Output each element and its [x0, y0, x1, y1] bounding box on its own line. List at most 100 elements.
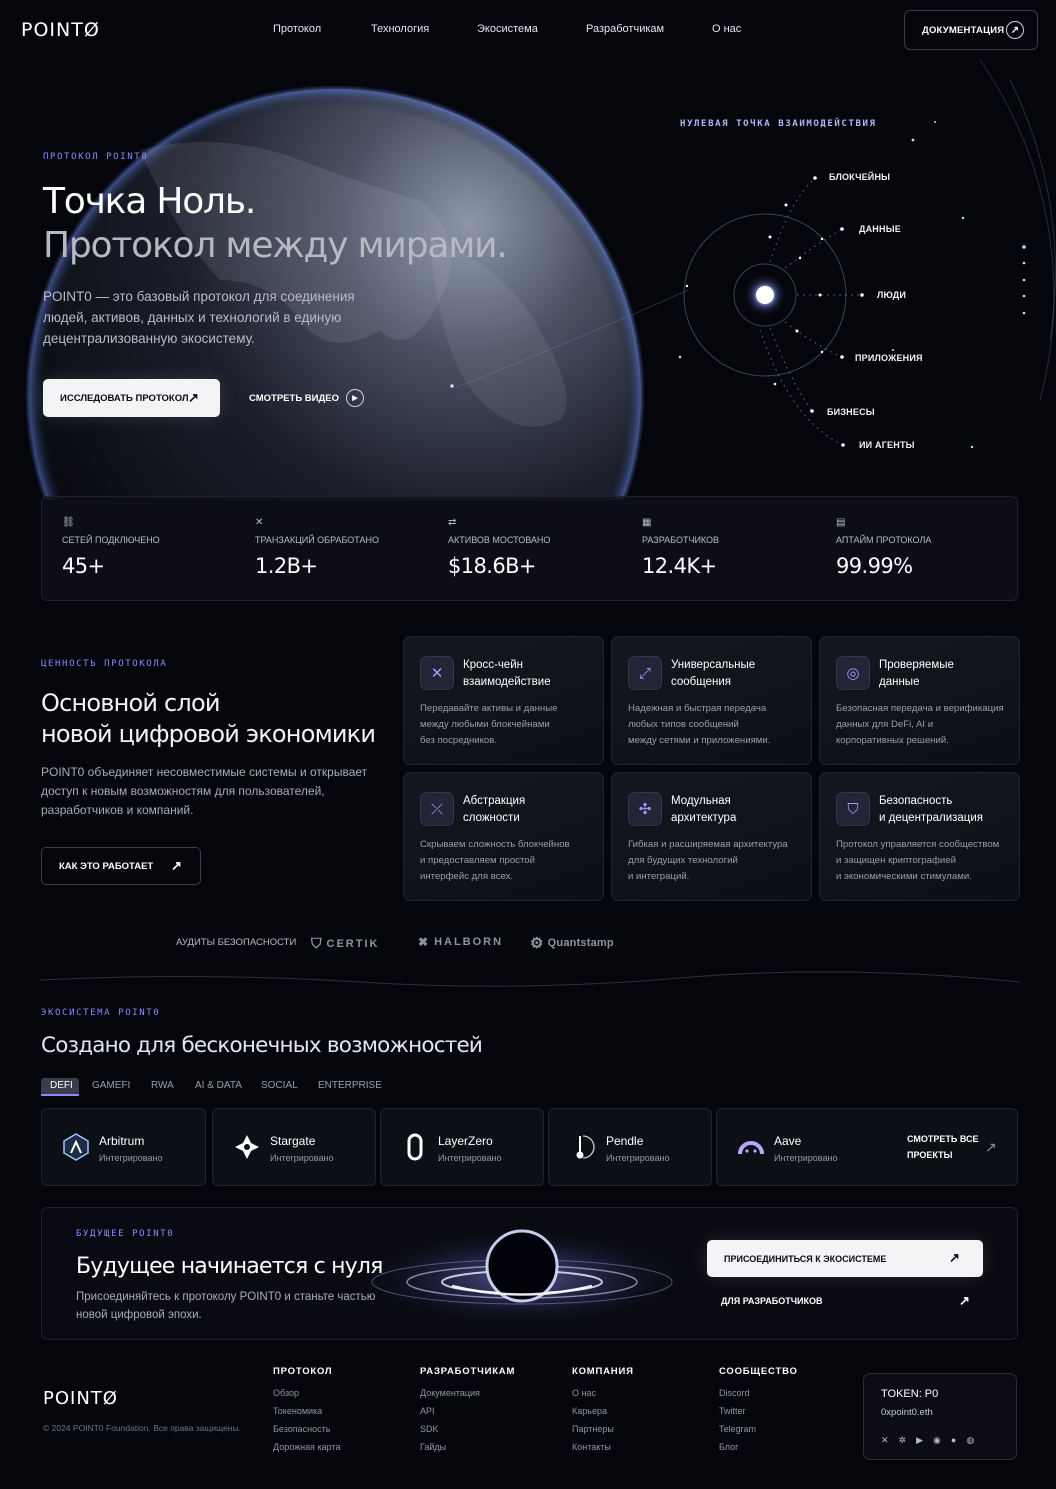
- feature-desc-line: Безопасная передача и верификация: [836, 703, 1004, 714]
- footer-link[interactable]: Токеномика: [273, 1402, 340, 1420]
- token-address: 0xpoint0.eth: [881, 1407, 933, 1418]
- explore-protocol-label: ИССЛЕДОВАТЬ ПРОТОКОЛ: [60, 392, 189, 404]
- medium-icon[interactable]: ◍: [966, 1435, 974, 1446]
- value-title: Основной слой новой цифровой экономики: [41, 688, 376, 750]
- feature-card-modular[interactable]: ✣ Модульная архитектура Гибкая и расширяе…: [611, 772, 812, 901]
- footer-link[interactable]: О нас: [572, 1384, 634, 1402]
- feature-title-line: архитектура: [671, 812, 737, 824]
- footer-column-title: РАЗРАБОТЧИКАМ: [420, 1366, 516, 1377]
- github-icon[interactable]: ●: [951, 1435, 956, 1446]
- feature-title: Абстракция сложности: [463, 793, 525, 827]
- arrow-up-right-icon: ↗: [949, 1250, 960, 1265]
- project-status: Интегрировано: [438, 1153, 502, 1163]
- footer-link[interactable]: Гайды: [420, 1438, 515, 1456]
- cta-description: Присоединяйтесь к протоколу POINT0 и ста…: [76, 1288, 375, 1324]
- footer-link[interactable]: Discord: [719, 1384, 798, 1402]
- footer-link[interactable]: Блог: [719, 1438, 798, 1456]
- feature-card-abstraction[interactable]: ⤫ Абстракция сложности Скрываем сложность…: [403, 772, 604, 901]
- footer-link[interactable]: Документация: [420, 1384, 515, 1402]
- play-icon: ▶: [345, 389, 364, 407]
- nav-about[interactable]: О нас: [712, 23, 741, 35]
- orbit-label-ai-agents: ИИ АГЕНТЫ: [859, 440, 915, 450]
- x-icon[interactable]: ✕: [881, 1435, 889, 1446]
- project-name: LayerZero: [438, 1134, 493, 1148]
- youtube-icon[interactable]: ▶: [916, 1435, 923, 1446]
- tab-gamefi[interactable]: GAMEFI: [92, 1080, 130, 1091]
- certik-logo[interactable]: ⛉ CERTIK: [311, 935, 379, 952]
- feature-description: Гибкая и расширяемая архитектура для буду…: [628, 837, 808, 885]
- tab-defi[interactable]: DEFI: [50, 1080, 73, 1091]
- feature-card-cross-chain[interactable]: ✕ Кросс-чейн взаимодействие Передавайте а…: [403, 636, 604, 765]
- footer-link[interactable]: Twitter: [719, 1402, 798, 1420]
- how-it-works-button[interactable]: КАК ЭТО РАБОТАЕТ ↗: [41, 847, 201, 885]
- network-icon: ⛓: [62, 517, 75, 528]
- footer-link[interactable]: Telegram: [719, 1420, 798, 1438]
- transactions-icon: ✕: [255, 517, 264, 528]
- footer-link[interactable]: Дорожная карта: [273, 1438, 340, 1456]
- quantstamp-logo[interactable]: ⚙ Quantstamp: [530, 934, 614, 952]
- tab-social[interactable]: SOCIAL: [261, 1080, 298, 1091]
- footer-link[interactable]: Карьера: [572, 1402, 634, 1420]
- project-card-stargate[interactable]: Stargate Интегрировано: [212, 1108, 376, 1186]
- feature-card-messaging[interactable]: ⤢ Универсальные сообщения Надежная и быст…: [611, 636, 812, 765]
- footer-logo[interactable]: POINTØ: [43, 1388, 118, 1409]
- tab-rwa[interactable]: RWA: [151, 1080, 174, 1091]
- orbit-title: НУЛЕВАЯ ТОЧКА ВЗАИМОДЕЙСТВИЯ: [680, 119, 877, 129]
- footer-link[interactable]: Партнеры: [572, 1420, 634, 1438]
- hero-eyebrow: ПРОТОКОЛ POINT0: [43, 152, 149, 162]
- for-developers-button[interactable]: ДЛЯ РАЗРАБОТЧИКОВ ↗: [721, 1293, 981, 1308]
- nav-developers[interactable]: Разработчикам: [586, 23, 664, 35]
- logo[interactable]: POINTØ: [21, 19, 100, 41]
- cta-panel: БУДУЩЕЕ POINT0 Будущее начинается с нуля…: [41, 1207, 1018, 1340]
- footer-column-title: ПРОТОКОЛ: [273, 1366, 333, 1377]
- footer-link[interactable]: Контакты: [572, 1438, 634, 1456]
- explore-protocol-button[interactable]: ИССЛЕДОВАТЬ ПРОТОКОЛ ↗: [43, 379, 220, 417]
- stat-label: СЕТЕЙ ПОДКЛЮЧЕНО: [62, 535, 160, 545]
- hero-description-line: POINT0 — это базовый протокол для соедин…: [43, 289, 355, 304]
- aave-logo-icon: [737, 1133, 765, 1161]
- join-ecosystem-button[interactable]: ПРИСОЕДИНИТЬСЯ К ЭКОСИСТЕМЕ ↗: [707, 1240, 983, 1277]
- project-card-layerzero[interactable]: LayerZero Интегрировано: [380, 1108, 544, 1186]
- feature-desc-line: любых типов сообщений: [628, 719, 739, 730]
- feature-title-line: Безопасность: [879, 795, 953, 807]
- feature-desc-line: и защищен криптографией: [836, 855, 956, 866]
- tab-enterprise[interactable]: ENTERPRISE: [318, 1080, 382, 1091]
- footer-column-company: КОМПАНИЯ О нас Карьера Партнеры Контакты: [572, 1366, 634, 1456]
- black-hole-illustration: [352, 1228, 692, 1328]
- join-ecosystem-label: ПРИСОЕДИНИТЬСЯ К ЭКОСИСТЕМЕ: [724, 1253, 887, 1264]
- butterfly-icon[interactable]: ✲: [899, 1435, 907, 1446]
- stat-value: 12.4K+: [642, 554, 717, 578]
- discord-icon[interactable]: ◉: [933, 1435, 941, 1446]
- feature-title: Безопасность и децентрализация: [879, 793, 983, 827]
- feature-title-line: Проверяемые: [879, 659, 954, 671]
- token-card: TOKEN: P0 0xpoint0.eth ✕ ✲ ▶ ◉ ● ◍: [863, 1373, 1017, 1460]
- footer-link[interactable]: Безопасность: [273, 1420, 340, 1438]
- footer-column-title: КОМПАНИЯ: [572, 1366, 634, 1377]
- audits-label: АУДИТЫ БЕЗОПАСНОСТИ: [176, 937, 297, 948]
- stat-label: АПТАЙМ ПРОТОКОЛА: [836, 535, 932, 545]
- nav-protocol[interactable]: Протокол: [273, 23, 321, 35]
- tab-ai-data[interactable]: AI & DATA: [195, 1080, 242, 1091]
- docs-button[interactable]: ДОКУМЕНТАЦИЯ ↗: [904, 10, 1038, 50]
- feature-card-security[interactable]: ⛉ Безопасность и децентрализация Протокол…: [819, 772, 1020, 901]
- watch-video-button[interactable]: СМОТРЕТЬ ВИДЕО ▶: [249, 389, 364, 407]
- feature-card-verified-data[interactable]: ◎ Проверяемые данные Безопасная передача …: [819, 636, 1020, 765]
- project-card-arbitrum[interactable]: Arbitrum Интегрировано: [41, 1108, 206, 1186]
- view-all-projects-link[interactable]: СМОТРЕТЬ ВСЕ ПРОЕКТЫ: [907, 1131, 979, 1163]
- nav-technology[interactable]: Технология: [371, 23, 429, 35]
- stat-transactions: ✕ ТРАНЗАКЦИЙ ОБРАБОТАНО 1.2B+: [235, 497, 428, 602]
- hero-title-line2: Протокол между мирами.: [43, 225, 508, 266]
- halborn-logo[interactable]: ✖ HALBORN: [418, 935, 503, 949]
- project-card-aave[interactable]: Aave Интегрировано СМОТРЕТЬ ВСЕ ПРОЕКТЫ …: [716, 1108, 1018, 1186]
- footer-link[interactable]: SDK: [420, 1420, 515, 1438]
- footer-column-protocol: ПРОТОКОЛ Обзор Токеномика Безопасность Д…: [273, 1366, 340, 1456]
- project-status: Интегрировано: [270, 1153, 334, 1163]
- modular-icon: ✣: [628, 792, 662, 826]
- footer-link[interactable]: API: [420, 1402, 515, 1420]
- feature-title: Кросс-чейн взаимодействие: [463, 657, 551, 691]
- token-label: TOKEN: P0: [881, 1388, 939, 1400]
- nav-ecosystem[interactable]: Экосистема: [477, 23, 538, 35]
- feature-title-line: данные: [879, 676, 920, 688]
- project-card-pendle[interactable]: Pendle Интегрировано: [548, 1108, 712, 1186]
- footer-link[interactable]: Обзор: [273, 1384, 340, 1402]
